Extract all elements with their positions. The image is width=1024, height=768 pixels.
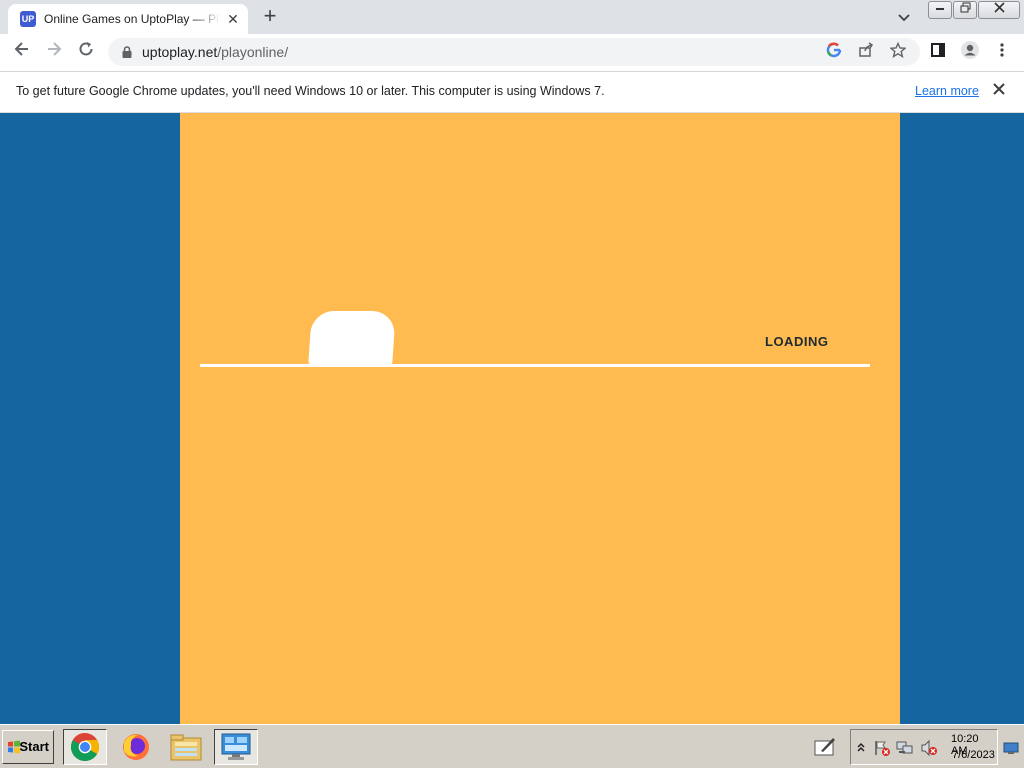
- profile-icon: [961, 41, 979, 59]
- loading-animation-blob: [308, 311, 396, 366]
- side-panel-button[interactable]: [925, 40, 951, 64]
- game-loading-area[interactable]: LOADING: [180, 113, 900, 724]
- windows-flag-icon: [8, 740, 20, 754]
- firefox-icon: [123, 734, 149, 760]
- tab-strip: UP Online Games on UptoPlay — Play & Sha…: [0, 0, 1024, 34]
- file-explorer-icon: [170, 734, 202, 761]
- url-text[interactable]: uptoplay.net/playonline/: [142, 44, 288, 60]
- taskbar-chrome[interactable]: [63, 729, 107, 765]
- restore-button[interactable]: [953, 1, 977, 19]
- uptoplay-favicon-icon: UP: [20, 11, 36, 27]
- start-button[interactable]: Start: [2, 730, 54, 764]
- mouse-cursor-icon: [947, 762, 957, 768]
- chrome-icon: [71, 733, 99, 761]
- bookmark-star-icon[interactable]: [888, 41, 908, 62]
- back-button[interactable]: [9, 40, 35, 64]
- volume-muted-icon[interactable]: [920, 739, 938, 757]
- url-path: /playonline/: [217, 44, 289, 60]
- reload-button[interactable]: [73, 40, 99, 64]
- reload-icon: [79, 42, 93, 56]
- loading-text: LOADING: [765, 334, 829, 349]
- side-panel-icon: [931, 43, 945, 57]
- chrome-menu-button[interactable]: [989, 40, 1015, 64]
- minimize-button[interactable]: [928, 1, 952, 19]
- forward-icon: [48, 42, 62, 56]
- profile-button[interactable]: [957, 40, 983, 64]
- infobar-message: To get future Google Chrome updates, you…: [16, 84, 605, 98]
- show-desktop-icon[interactable]: [1003, 741, 1019, 754]
- share-icon[interactable]: [856, 42, 876, 62]
- page-content: LOADING: [0, 113, 1024, 724]
- tab-search-chevron-icon[interactable]: [894, 8, 914, 26]
- loading-line: [200, 364, 870, 367]
- browser-tab[interactable]: UP Online Games on UptoPlay — Play & Sha…: [8, 4, 248, 34]
- start-label: Start: [19, 739, 49, 754]
- pen-input-icon[interactable]: [813, 735, 837, 759]
- url-host: uptoplay.net: [142, 44, 218, 60]
- taskbar-file-explorer[interactable]: [164, 729, 208, 765]
- screen: UP Online Games on UptoPlay — Play & Sha…: [0, 0, 1024, 768]
- infobar-close-icon[interactable]: [990, 82, 1008, 100]
- show-hidden-icons[interactable]: [856, 740, 866, 754]
- close-window-button[interactable]: [978, 1, 1020, 19]
- menu-icon: [1000, 43, 1004, 57]
- update-infobar: To get future Google Chrome updates, you…: [0, 72, 1024, 113]
- learn-more-link[interactable]: Learn more: [915, 84, 979, 98]
- taskbar-control-panel[interactable]: [214, 729, 258, 765]
- clock-date[interactable]: 7/6/2023: [952, 749, 995, 761]
- new-tab-button[interactable]: +: [258, 5, 282, 29]
- browser-toolbar: uptoplay.net/playonline/: [0, 34, 1024, 72]
- google-lens-icon[interactable]: [824, 42, 844, 62]
- taskbar-firefox[interactable]: [114, 729, 158, 765]
- network-icon[interactable]: [896, 739, 914, 757]
- action-center-flag-icon[interactable]: [873, 739, 891, 757]
- system-tray: 10:20 AM 7/6/2023: [850, 729, 998, 765]
- tab-close-icon[interactable]: ✕: [224, 10, 242, 28]
- address-bar[interactable]: uptoplay.net/playonline/: [108, 38, 920, 66]
- windows-taskbar: Start 10:20 AM 7/6/2023: [0, 724, 1024, 768]
- forward-button[interactable]: [41, 40, 67, 64]
- lock-icon[interactable]: [120, 45, 134, 59]
- tab-title: Online Games on UptoPlay — Play & Share …: [44, 12, 220, 26]
- back-icon: [14, 42, 28, 56]
- control-panel-icon: [221, 733, 251, 760]
